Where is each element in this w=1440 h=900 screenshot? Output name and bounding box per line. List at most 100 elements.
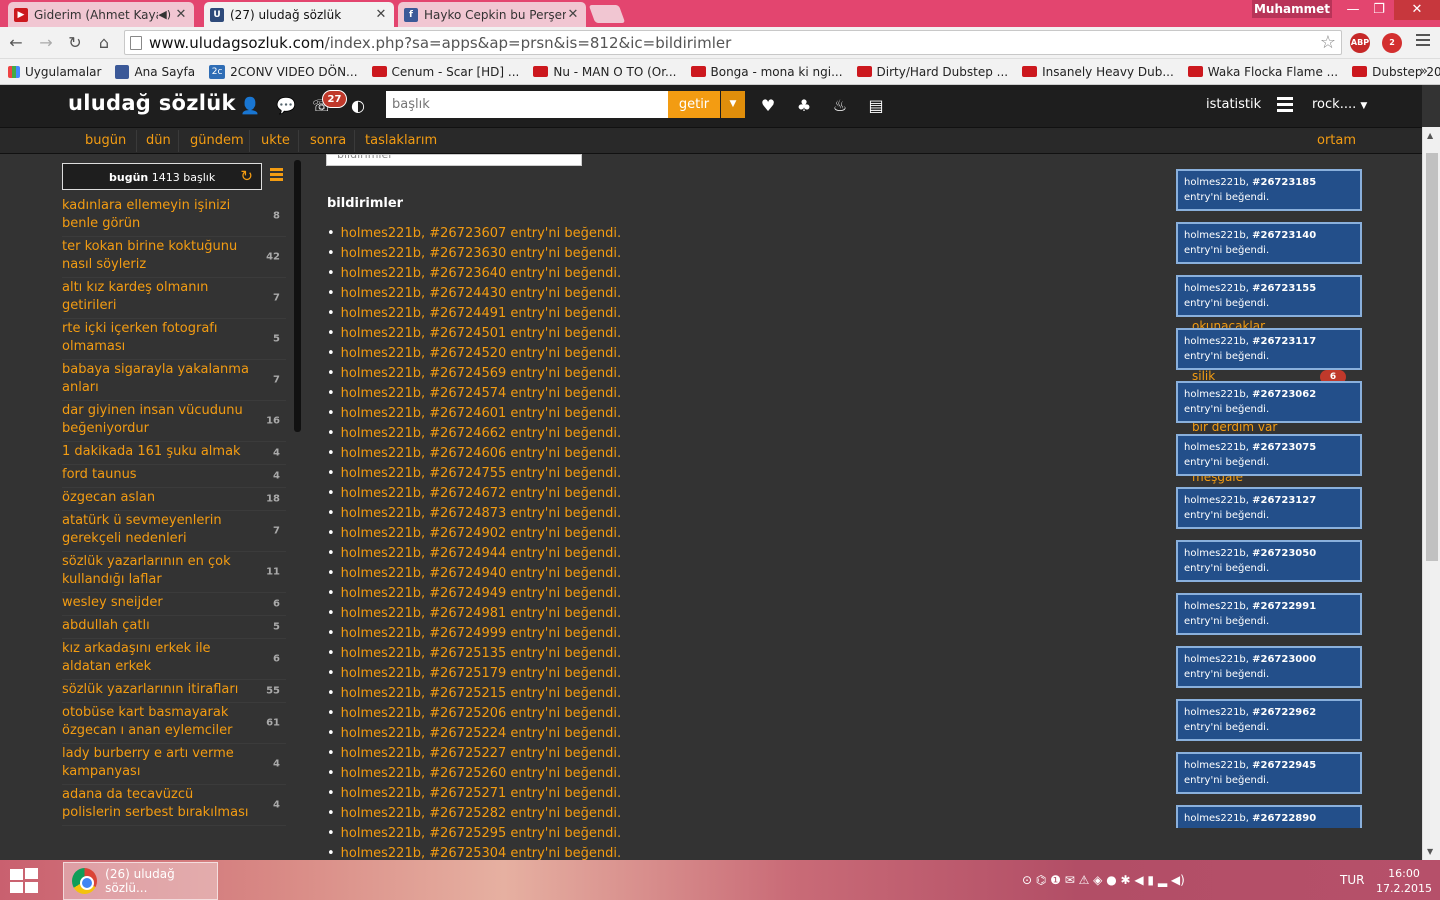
topic-title[interactable]: otobüse kart basmayarak özgecan ı anan e… [62, 704, 252, 740]
topic-title[interactable]: wesley sneijder [62, 594, 252, 612]
scrollbar-thumb[interactable] [1426, 153, 1438, 561]
search-button[interactable]: getir [668, 91, 720, 118]
scroll-up-icon[interactable]: ▲ [1427, 131, 1433, 140]
new-tab-button[interactable] [588, 5, 626, 23]
bookmark-insanely[interactable]: Insanely Heavy Dub... [1022, 65, 1174, 79]
notification-item[interactable]: holmes221b, #26724949 entry'ni beğendi. [327, 584, 621, 604]
topic-title[interactable]: sözlük yazarlarının en çok kullandığı la… [62, 553, 252, 589]
topic-title[interactable]: altı kız kardeş olmanın getirileri [62, 279, 252, 315]
toast-entry-id[interactable]: #26723075 [1252, 442, 1316, 453]
notification-item[interactable]: holmes221b, #26725224 entry'ni beğendi. [327, 724, 621, 744]
stats-link[interactable]: istatistik [1206, 97, 1261, 112]
notification-toast[interactable]: holmes221b, #26723050 entry'ni beğendi. [1176, 540, 1362, 582]
notification-item[interactable]: holmes221b, #26724940 entry'ni beğendi. [327, 564, 621, 584]
topic-item[interactable]: wesley sneijder 6 [62, 593, 286, 616]
topic-item[interactable]: kadınlara ellemeyin işinizi benle görün 8 [62, 196, 286, 237]
bookmark-cenum[interactable]: Cenum - Scar [HD] ... [371, 65, 519, 79]
toast-entry-id[interactable]: #26723050 [1252, 548, 1316, 559]
toast-entry-id[interactable]: #26723155 [1252, 283, 1316, 294]
toast-entry-id[interactable]: #26723117 [1252, 336, 1316, 347]
tab-giderim[interactable]: ▶ Giderim (Ahmet Kaya) ◀) ✕ [8, 2, 194, 27]
refresh-icon[interactable]: ↻ [240, 167, 253, 185]
topic-title[interactable]: ford taunus [62, 466, 252, 484]
topic-item[interactable]: ter kokan birine koktuğunu nasıl söyleri… [62, 237, 286, 278]
topic-title[interactable]: rte içki içerken fotografı olmaması [62, 320, 252, 356]
restore-button[interactable]: ❐ [1366, 0, 1392, 20]
nav-ukte[interactable]: ukte [261, 133, 290, 148]
bookmark-dirty[interactable]: Dirty/Hard Dubstep ... [856, 65, 1008, 79]
nav-gundem[interactable]: gündem [190, 133, 244, 148]
notification-toast[interactable]: holmes221b, #26723117 entry'ni beğendi. [1176, 328, 1362, 370]
bookmark-nu[interactable]: Nu - MAN O TO (Or... [533, 65, 677, 79]
toast-entry-id[interactable]: #26723140 [1252, 230, 1316, 241]
system-clock[interactable]: 16:00 17.2.2015 [1376, 866, 1432, 896]
bookmark-home[interactable]: Ana Sayfa [115, 64, 195, 79]
topic-title[interactable]: sözlük yazarlarının itirafları [62, 681, 252, 699]
toast-entry-id[interactable]: #26722890 [1252, 813, 1316, 824]
topic-item[interactable]: babaya sigarayla yakalanma anları 7 [62, 360, 286, 401]
browser-menu-icon[interactable] [1416, 34, 1430, 49]
topic-item[interactable]: kız arkadaşını erkek ile aldatan erkek 6 [62, 639, 286, 680]
ball-icon[interactable]: ◐ [348, 96, 368, 116]
toast-entry-id[interactable]: #26723062 [1252, 389, 1316, 400]
address-bar[interactable]: www.uludagsozluk.com/index.php?sa=apps&a… [124, 30, 1342, 55]
site-logo[interactable]: uludağ sözlük [68, 91, 236, 115]
notification-item[interactable]: holmes221b, #26724999 entry'ni beğendi. [327, 624, 621, 644]
notification-item[interactable]: holmes221b, #26724873 entry'ni beğendi. [327, 504, 621, 524]
notification-item[interactable]: holmes221b, #26724662 entry'ni beğendi. [327, 424, 621, 444]
notification-item[interactable]: holmes221b, #26724430 entry'ni beğendi. [327, 284, 621, 304]
notification-item[interactable]: holmes221b, #26725179 entry'ni beğendi. [327, 664, 621, 684]
home-icon[interactable]: ⌂ [94, 33, 114, 53]
notification-toast[interactable]: holmes221b, #26723075 entry'ni beğendi. [1176, 434, 1362, 476]
bookmark-2conv[interactable]: 2c 2CONV VIDEO DÖN... [209, 64, 358, 79]
extension-icon[interactable]: 2 [1382, 33, 1402, 53]
notification-item[interactable]: holmes221b, #26724944 entry'ni beğendi. [327, 544, 621, 564]
list-view-icon[interactable] [270, 168, 283, 183]
topic-item[interactable]: dar giyinen insan vücudunu beğeniyordur 1… [62, 401, 286, 442]
book-icon[interactable]: ▤ [866, 96, 886, 116]
topic-title[interactable]: lady burberry e artı verme kampanyası [62, 745, 252, 781]
toast-entry-id[interactable]: #26723000 [1252, 654, 1316, 665]
minimize-button[interactable]: — [1340, 0, 1366, 20]
profile-button[interactable]: Muhammet [1252, 0, 1332, 18]
topic-title[interactable]: ter kokan birine koktuğunu nasıl söyleri… [62, 238, 252, 274]
notification-item[interactable]: holmes221b, #26725227 entry'ni beğendi. [327, 744, 621, 764]
nav-taslaklarim[interactable]: taslaklarım [365, 133, 437, 148]
topic-title[interactable]: abdullah çatlı [62, 617, 252, 635]
tab-uludag[interactable]: U (27) uludağ sözlük ✕ [204, 2, 394, 27]
adblock-icon[interactable]: ABP [1350, 33, 1370, 53]
notification-toast[interactable]: holmes221b, #26722945 entry'ni beğendi. [1176, 752, 1362, 794]
users-icon[interactable]: ♣ [794, 96, 814, 116]
back-icon[interactable]: ← [6, 33, 26, 53]
reload-icon[interactable]: ↻ [65, 33, 85, 53]
notification-item[interactable]: holmes221b, #26724501 entry'ni beğendi. [327, 324, 621, 344]
notification-toast[interactable]: holmes221b, #26723185 entry'ni beğendi. [1176, 169, 1362, 211]
notification-toast[interactable]: holmes221b, #26723062 entry'ni beğendi. [1176, 381, 1362, 423]
tab-hayko[interactable]: f Hayko Cepkin bu Perşem ✕ [398, 2, 586, 27]
nav-sonra[interactable]: sonra [310, 133, 346, 148]
notification-item[interactable]: holmes221b, #26724520 entry'ni beğendi. [327, 344, 621, 364]
notification-toast[interactable]: holmes221b, #26723140 entry'ni beğendi. [1176, 222, 1362, 264]
topic-item[interactable]: özgecan aslan 18 [62, 488, 286, 511]
topic-item[interactable]: adana da tecavüzcü polislerin serbest bı… [62, 785, 286, 826]
notification-item[interactable]: holmes221b, #26725135 entry'ni beğendi. [327, 644, 621, 664]
left-scrollbar[interactable] [294, 160, 301, 432]
topic-item[interactable]: otobüse kart basmayarak özgecan ı anan e… [62, 703, 286, 744]
topic-title[interactable]: özgecan aslan [62, 489, 252, 507]
topic-title[interactable]: kız arkadaşını erkek ile aldatan erkek [62, 640, 252, 676]
notification-item[interactable]: holmes221b, #26725271 entry'ni beğendi. [327, 784, 621, 804]
user-icon[interactable]: 👤 [240, 96, 260, 116]
notification-toast[interactable]: holmes221b, #26722890 entry'ni [1176, 805, 1362, 828]
bookmark-waka[interactable]: Waka Flocka Flame ... [1187, 65, 1338, 79]
topic-title[interactable]: babaya sigarayla yakalanma anları [62, 361, 252, 397]
topic-item[interactable]: atatürk ü sevmeyenlerin gerekçeli nedenl… [62, 511, 286, 552]
notification-toast[interactable]: holmes221b, #26723000 entry'ni beğendi. [1176, 646, 1362, 688]
notification-item[interactable]: holmes221b, #26725215 entry'ni beğendi. [327, 684, 621, 704]
nav-ortam[interactable]: ortam [1317, 133, 1356, 148]
nav-bugun[interactable]: bugün [85, 133, 126, 148]
notification-filter-input[interactable]: bildirimler [326, 154, 582, 166]
close-window-button[interactable]: ✕ [1394, 0, 1440, 20]
notification-item[interactable]: holmes221b, #26725295 entry'ni beğendi. [327, 824, 621, 844]
topic-item[interactable]: abdullah çatlı 5 [62, 616, 286, 639]
notification-item[interactable]: holmes221b, #26724569 entry'ni beğendi. [327, 364, 621, 384]
